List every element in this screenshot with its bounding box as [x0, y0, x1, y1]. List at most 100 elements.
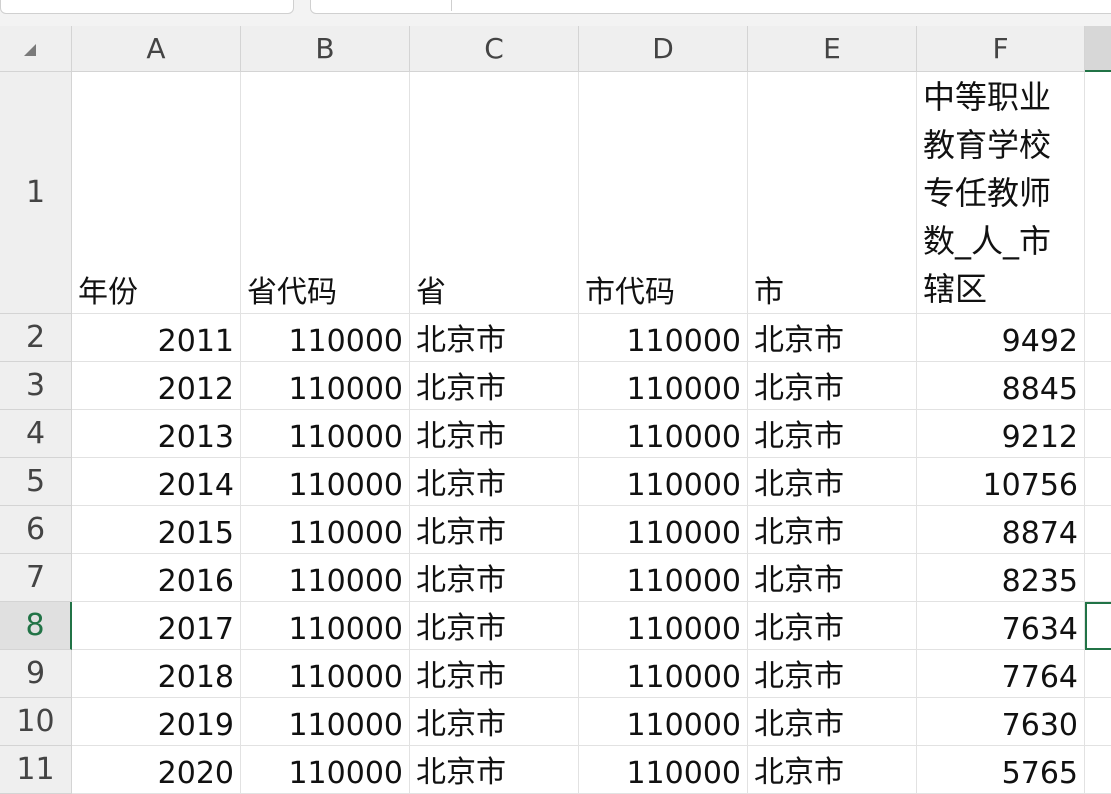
row-header-2[interactable]: 2: [0, 314, 72, 362]
table-cell[interactable]: 2019: [72, 698, 241, 746]
row-header-1[interactable]: 1: [0, 72, 72, 314]
table-cell[interactable]: [1085, 698, 1111, 746]
cell-g1[interactable]: [1085, 72, 1111, 314]
table-cell[interactable]: 北京市: [410, 362, 579, 410]
table-cell[interactable]: 北京市: [748, 554, 917, 602]
table-cell[interactable]: 2017: [72, 602, 241, 650]
name-box[interactable]: [0, 0, 294, 14]
row-header-6[interactable]: 6: [0, 506, 72, 554]
table-cell[interactable]: 北京市: [410, 410, 579, 458]
table-cell[interactable]: 110000: [579, 602, 748, 650]
column-header-d[interactable]: D: [579, 26, 748, 72]
header-cell-b[interactable]: 省代码: [241, 72, 410, 314]
table-cell[interactable]: 9492: [917, 314, 1085, 362]
row-header-4[interactable]: 4: [0, 410, 72, 458]
table-cell[interactable]: 北京市: [410, 746, 579, 794]
table-cell[interactable]: 北京市: [410, 650, 579, 698]
header-cell-e[interactable]: 市: [748, 72, 917, 314]
table-cell[interactable]: 8235: [917, 554, 1085, 602]
table-cell[interactable]: 110000: [579, 650, 748, 698]
table-cell[interactable]: 9212: [917, 410, 1085, 458]
row-header-9[interactable]: 9: [0, 650, 72, 698]
table-cell[interactable]: 2016: [72, 554, 241, 602]
column-header-e[interactable]: E: [748, 26, 917, 72]
table-cell[interactable]: 110000: [579, 362, 748, 410]
table-cell[interactable]: [1085, 554, 1111, 602]
table-cell[interactable]: 110000: [579, 314, 748, 362]
table-cell[interactable]: 110000: [579, 746, 748, 794]
column-header-f[interactable]: F: [917, 26, 1085, 72]
row-header-10[interactable]: 10: [0, 698, 72, 746]
table-cell[interactable]: 2015: [72, 506, 241, 554]
table-cell[interactable]: 110000: [579, 698, 748, 746]
table-cell[interactable]: [1085, 746, 1111, 794]
header-cell-f[interactable]: 中等职业教育学校专任教师数_人_市辖区: [917, 72, 1085, 314]
row-header-11[interactable]: 11: [0, 746, 72, 794]
table-cell[interactable]: 北京市: [748, 458, 917, 506]
table-cell[interactable]: [1085, 458, 1111, 506]
table-cell[interactable]: 110000: [241, 458, 410, 506]
table-cell[interactable]: 110000: [241, 698, 410, 746]
table-cell[interactable]: 110000: [241, 602, 410, 650]
table-cell[interactable]: 北京市: [410, 698, 579, 746]
table-cell[interactable]: [1085, 650, 1111, 698]
row-header-5[interactable]: 5: [0, 458, 72, 506]
table-cell[interactable]: 2012: [72, 362, 241, 410]
row-header-8[interactable]: 8: [0, 602, 72, 650]
table-cell[interactable]: 北京市: [748, 602, 917, 650]
table-cell[interactable]: 2013: [72, 410, 241, 458]
formula-bar[interactable]: [310, 0, 1111, 14]
table-cell[interactable]: 110000: [241, 506, 410, 554]
table-cell[interactable]: [1085, 506, 1111, 554]
row-header-7[interactable]: 7: [0, 554, 72, 602]
table-cell[interactable]: [1085, 362, 1111, 410]
select-all-corner[interactable]: [0, 26, 72, 72]
select-all-icon: [24, 44, 36, 56]
table-cell[interactable]: 北京市: [748, 314, 917, 362]
table-cell[interactable]: 7634: [917, 602, 1085, 650]
table-cell[interactable]: 2020: [72, 746, 241, 794]
table-cell[interactable]: 北京市: [410, 554, 579, 602]
header-cell-a[interactable]: 年份: [72, 72, 241, 314]
table-cell[interactable]: 北京市: [410, 314, 579, 362]
table-cell[interactable]: 北京市: [748, 362, 917, 410]
column-header-b[interactable]: B: [241, 26, 410, 72]
table-cell[interactable]: 北京市: [748, 746, 917, 794]
table-cell[interactable]: 110000: [241, 650, 410, 698]
table-cell[interactable]: 7630: [917, 698, 1085, 746]
column-header-g[interactable]: [1085, 26, 1111, 72]
table-cell[interactable]: 110000: [241, 554, 410, 602]
table-cell[interactable]: 2014: [72, 458, 241, 506]
table-cell[interactable]: 北京市: [748, 506, 917, 554]
table-cell[interactable]: 110000: [579, 506, 748, 554]
table-cell[interactable]: 110000: [241, 314, 410, 362]
table-cell[interactable]: 110000: [241, 410, 410, 458]
table-cell[interactable]: 7764: [917, 650, 1085, 698]
header-cell-d[interactable]: 市代码: [579, 72, 748, 314]
table-cell[interactable]: 北京市: [748, 698, 917, 746]
table-cell[interactable]: 110000: [579, 458, 748, 506]
column-header-a[interactable]: A: [72, 26, 241, 72]
table-cell[interactable]: 10756: [917, 458, 1085, 506]
table-cell[interactable]: 2011: [72, 314, 241, 362]
formula-toolbar: [0, 0, 1111, 26]
table-cell[interactable]: 8845: [917, 362, 1085, 410]
table-cell[interactable]: 5765: [917, 746, 1085, 794]
table-cell[interactable]: [1085, 314, 1111, 362]
table-cell[interactable]: 2018: [72, 650, 241, 698]
table-cell[interactable]: 北京市: [410, 458, 579, 506]
table-cell[interactable]: [1085, 602, 1111, 650]
table-cell[interactable]: 北京市: [748, 410, 917, 458]
table-cell[interactable]: 110000: [579, 554, 748, 602]
table-cell[interactable]: 北京市: [410, 602, 579, 650]
table-cell[interactable]: 110000: [579, 410, 748, 458]
table-cell[interactable]: 110000: [241, 746, 410, 794]
row-header-3[interactable]: 3: [0, 362, 72, 410]
column-header-c[interactable]: C: [410, 26, 579, 72]
table-cell[interactable]: [1085, 410, 1111, 458]
header-cell-c[interactable]: 省: [410, 72, 579, 314]
table-cell[interactable]: 北京市: [410, 506, 579, 554]
table-cell[interactable]: 8874: [917, 506, 1085, 554]
table-cell[interactable]: 北京市: [748, 650, 917, 698]
table-cell[interactable]: 110000: [241, 362, 410, 410]
